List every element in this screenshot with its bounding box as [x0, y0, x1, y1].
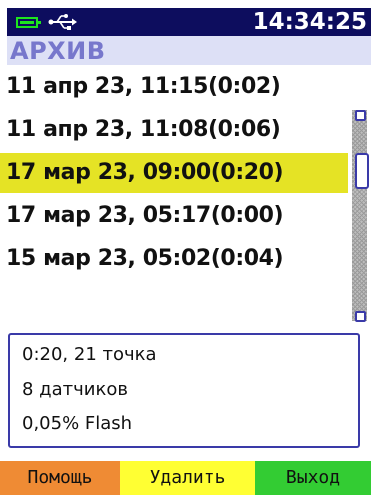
softkey-bar: Помощь Удалить Выход	[0, 461, 371, 495]
scrollbar-thumb[interactable]	[355, 153, 369, 189]
page-title: АРХИВ	[10, 37, 106, 65]
list-item[interactable]: 17 мар 23, 05:17(0:00)	[0, 196, 348, 236]
details-sensors: 8 датчиков	[22, 379, 128, 400]
list-item[interactable]: 15 мар 23, 05:02(0:04)	[0, 239, 348, 279]
archive-list: 11 апр 23, 11:15(0:02) 11 апр 23, 11:08(…	[0, 67, 348, 322]
status-bar: 14:34:25	[7, 8, 371, 36]
list-item[interactable]: 11 апр 23, 11:15(0:02)	[0, 67, 348, 107]
list-item[interactable]: 11 апр 23, 11:08(0:06)	[0, 110, 348, 150]
scrollbar-track[interactable]	[352, 110, 367, 321]
details-duration-points: 0:20, 21 точка	[22, 344, 157, 365]
usb-icon	[48, 14, 77, 30]
clock: 14:34:25	[252, 9, 367, 35]
device-screen: 14:34:25 АРХИВ 11 апр 23, 11:15(0:02) 11…	[0, 0, 371, 495]
scroll-down-button[interactable]	[355, 311, 366, 322]
details-panel: 0:20, 21 точка 8 датчиков 0,05% Flash	[8, 333, 360, 448]
help-button[interactable]: Помощь	[0, 461, 120, 495]
header: 14:34:25 АРХИВ	[7, 8, 371, 65]
scroll-up-button[interactable]	[355, 110, 366, 121]
details-flash-usage: 0,05% Flash	[22, 413, 133, 434]
battery-tip	[38, 21, 41, 24]
delete-button[interactable]: Удалить	[120, 461, 255, 495]
battery-icon	[16, 17, 41, 28]
title-bar: АРХИВ	[7, 36, 371, 65]
list-item-selected[interactable]: 17 мар 23, 09:00(0:20)	[0, 153, 348, 193]
exit-button[interactable]: Выход	[255, 461, 371, 495]
battery-level	[20, 21, 34, 24]
